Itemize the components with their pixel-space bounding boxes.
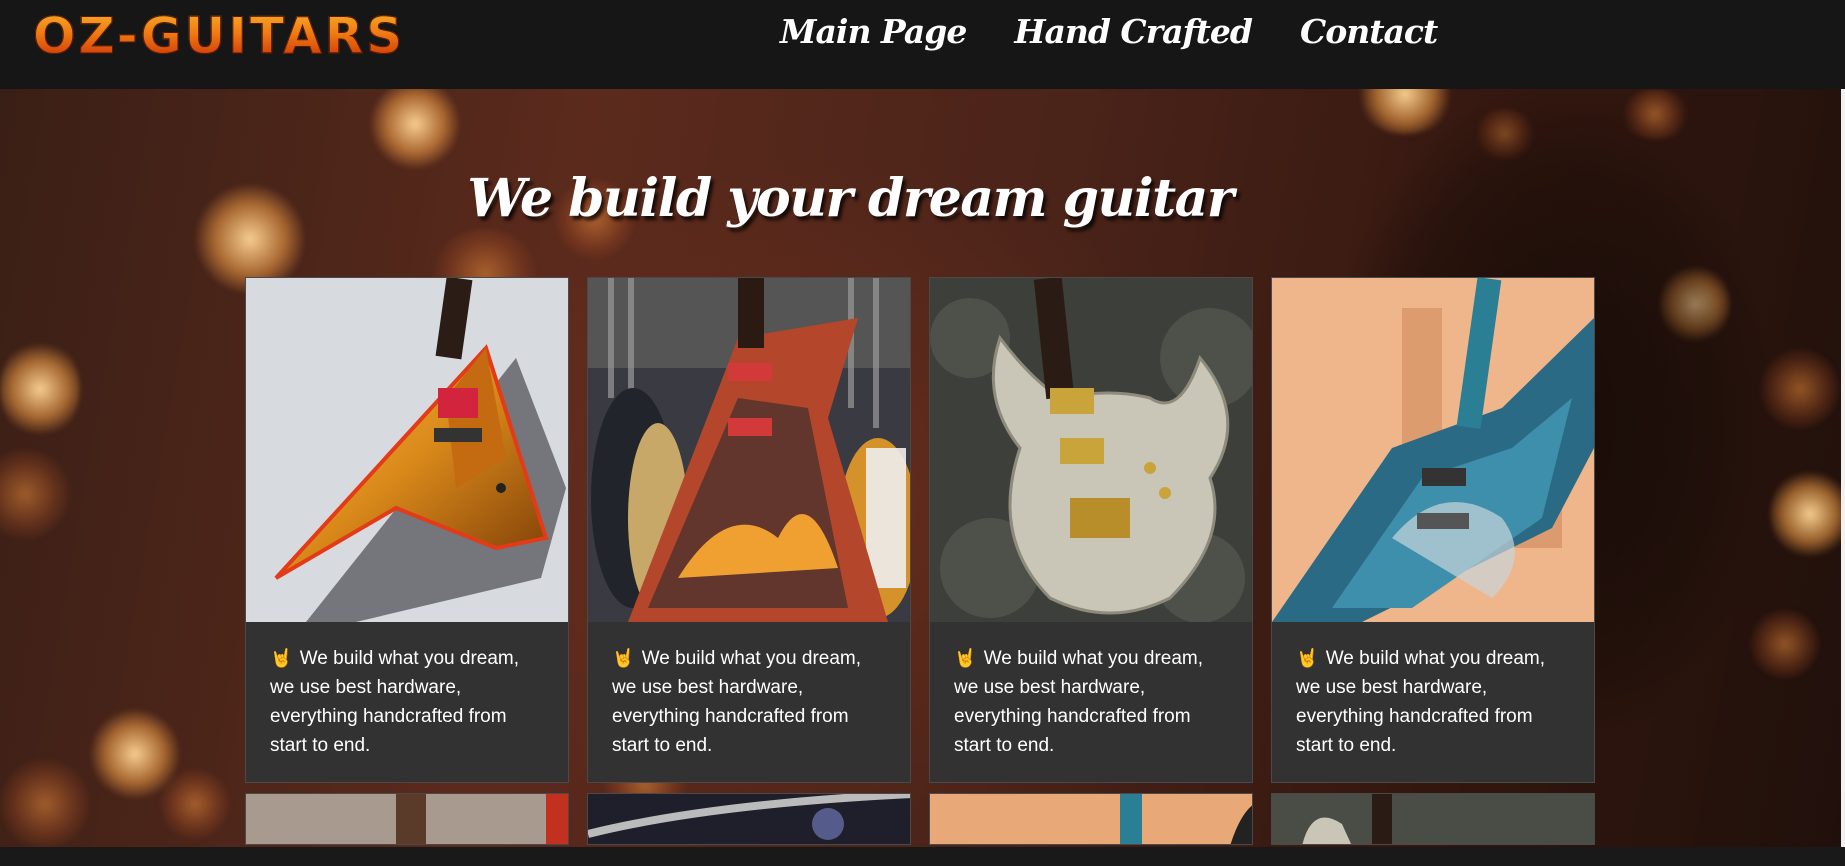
- bokeh-light: [0, 339, 80, 439]
- guitar-photo: [246, 278, 568, 622]
- guitar-card-preview[interactable]: [929, 793, 1253, 845]
- guitar-card-preview[interactable]: [245, 793, 569, 845]
- guitar-card[interactable]: 🤘 We build what you dream, we use best h…: [245, 277, 569, 783]
- rock-on-hand-icon: 🤘: [1296, 648, 1319, 668]
- guitar-photo: [1272, 278, 1594, 622]
- guitar-card-preview[interactable]: [587, 793, 911, 845]
- bokeh-light: [370, 89, 460, 169]
- scrollbar-track[interactable]: [1841, 89, 1845, 847]
- rock-on-hand-icon: 🤘: [612, 648, 635, 668]
- main-nav: Main Page Hand Crafted Contact: [780, 9, 1438, 55]
- card-text: We build what you dream, we use best har…: [270, 648, 520, 756]
- card-text: We build what you dream, we use best har…: [954, 648, 1204, 756]
- guitar-card[interactable]: 🤘 We build what you dream, we use best h…: [1271, 277, 1595, 783]
- guitar-photo: [930, 278, 1252, 622]
- guitar-photo: [588, 278, 910, 622]
- bokeh-light: [0, 759, 90, 847]
- guitar-card[interactable]: 🤘 We build what you dream, we use best h…: [587, 277, 911, 783]
- site-logo[interactable]: OZ-GUITARS: [32, 8, 405, 65]
- bokeh-light: [160, 769, 230, 839]
- rock-on-hand-icon: 🤘: [270, 648, 293, 668]
- guitar-card-preview[interactable]: [1271, 793, 1595, 845]
- footer-bar: [0, 847, 1845, 866]
- nav-link-contact[interactable]: Contact: [1300, 9, 1438, 55]
- bokeh-light: [0, 449, 70, 539]
- site-header: OZ-GUITARS Main Page Hand Crafted Contac…: [0, 0, 1845, 89]
- hero-title: We build your dream guitar: [467, 168, 1234, 229]
- hero-section: We build your dream guitar 🤘 We build wh…: [0, 89, 1845, 847]
- card-text: We build what you dream, we use best har…: [612, 648, 862, 756]
- rock-on-hand-icon: 🤘: [954, 648, 977, 668]
- guitar-card[interactable]: 🤘 We build what you dream, we use best h…: [929, 277, 1253, 783]
- nav-link-main-page[interactable]: Main Page: [780, 9, 967, 55]
- card-text: We build what you dream, we use best har…: [1296, 648, 1546, 756]
- nav-link-hand-crafted[interactable]: Hand Crafted: [1014, 9, 1253, 55]
